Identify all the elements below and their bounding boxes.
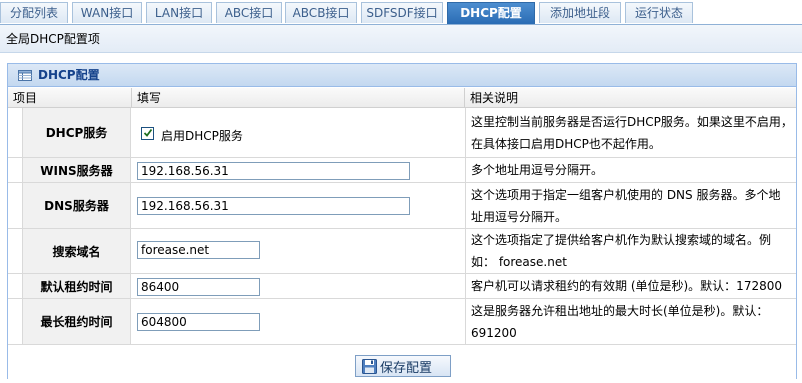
- label-wins-server: WINS服务器: [22, 158, 131, 182]
- column-header-fill: 填写: [132, 88, 465, 108]
- enable-dhcp-label: 启用DHCP服务: [161, 129, 243, 143]
- check-icon: [143, 128, 153, 137]
- row-search-domain: 搜索域名 这个选项指定了提供给客户机作为默认搜索域的域名。例 如： foreas…: [8, 229, 796, 274]
- tab-dhcp-config[interactable]: DHCP配置: [447, 2, 535, 24]
- max-lease-input[interactable]: [137, 313, 260, 331]
- desc-dns-server-line1: 这个选项用于指定一组客户机使用的 DNS 服务器。多个地: [471, 187, 781, 202]
- desc-dhcp-service: 这里控制当前服务器是否运行DHCP服务。如果这里不启用， 在具体接口启用DHCP…: [471, 108, 793, 157]
- row-default-lease: 默认租约时间 客户机可以请求租约的有效期 (单位是秒)。默认：172800: [8, 274, 796, 299]
- tab-abcb-interface[interactable]: ABCB接口: [285, 2, 357, 23]
- panel-header: DHCP配置: [8, 64, 796, 87]
- tab-run-status[interactable]: 运行状态: [625, 2, 693, 23]
- desc-default-lease: 客户机可以请求租约的有效期 (单位是秒)。默认：172800: [471, 274, 793, 298]
- desc-search-domain-line1: 这个选项指定了提供给客户机作为默认搜索域的域名。例: [471, 233, 772, 247]
- search-domain-input[interactable]: [137, 241, 260, 259]
- desc-wins-server: 多个地址用逗号分隔开。: [471, 158, 793, 182]
- desc-max-lease-line2: 691200: [471, 325, 517, 340]
- label-dns-server: DNS服务器: [22, 183, 131, 228]
- tab-abc-interface[interactable]: ABC接口: [216, 2, 282, 23]
- label-search-domain: 搜索域名: [22, 229, 131, 273]
- row-max-lease: 最长租约时间 这是服务器允许租出地址的最大时长(单位是秒)。默认： 691200: [8, 299, 796, 345]
- column-header-desc-label: 相关说明: [470, 91, 519, 105]
- column-header-fill-label: 填写: [137, 91, 162, 105]
- desc-dns-server: 这个选项用于指定一组客户机使用的 DNS 服务器。多个地 址用逗号分隔开。: [471, 183, 793, 228]
- desc-max-lease: 这是服务器允许租出地址的最大时长(单位是秒)。默认： 691200: [471, 299, 793, 344]
- row-wins-server: WINS服务器 多个地址用逗号分隔开。: [8, 158, 796, 183]
- tab-allocation-list[interactable]: 分配列表: [0, 2, 68, 23]
- desc-search-domain: 这个选项指定了提供给客户机作为默认搜索域的域名。例 如： forease.net: [471, 229, 793, 273]
- panel-title: DHCP配置: [38, 68, 100, 82]
- desc-default-lease-line1: 客户机可以请求租约的有效期 (单位是秒)。默认：172800: [471, 279, 782, 293]
- desc-dhcp-service-line1: 这里控制当前服务器是否运行DHCP服务。如果这里不启用，: [471, 114, 793, 129]
- column-header-item-label: 项目: [13, 91, 38, 105]
- wins-server-input[interactable]: [137, 162, 410, 180]
- desc-search-domain-line2: 如： forease.net: [471, 255, 567, 269]
- panel-footer: 保存配置: [8, 351, 796, 379]
- label-max-lease: 最长租约时间: [22, 299, 131, 344]
- row-dhcp-service: DHCP服务 启用DHCP服务 这里控制当前服务器是否运行DHCP服务。如果这里…: [8, 108, 796, 158]
- tab-bar: 分配列表 WAN接口 LAN接口 ABC接口 ABCB接口 SDFSDF接口 D…: [0, 0, 802, 24]
- label-default-lease: 默认租约时间: [22, 274, 131, 298]
- row-dns-server: DNS服务器 这个选项用于指定一组客户机使用的 DNS 服务器。多个地 址用逗号…: [8, 183, 796, 229]
- enable-dhcp-checkbox[interactable]: [141, 127, 154, 140]
- default-lease-input[interactable]: [137, 278, 260, 296]
- desc-dhcp-service-line2: 在具体接口启用DHCP也不起作用。: [471, 136, 661, 151]
- save-config-label: 保存配置: [380, 360, 433, 376]
- desc-max-lease-line1: 这是服务器允许租出地址的最大时长(单位是秒)。默认：: [471, 303, 769, 318]
- page-subtitle: 全局DHCP配置项: [0, 24, 802, 53]
- label-dhcp-service: DHCP服务: [22, 108, 131, 157]
- save-config-button[interactable]: 保存配置: [355, 355, 451, 377]
- dhcp-config-panel: DHCP配置 项目 填写 相关说明 DHCP服务 启用DHCP服务 这里控制当前…: [7, 63, 797, 379]
- desc-dns-server-line2: 址用逗号分隔开。: [471, 209, 568, 224]
- dns-server-input[interactable]: [137, 197, 410, 215]
- desc-wins-server-line1: 多个地址用逗号分隔开。: [471, 163, 604, 177]
- tab-lan-interface[interactable]: LAN接口: [146, 2, 212, 23]
- floppy-disk-icon: [362, 359, 377, 374]
- tab-wan-interface[interactable]: WAN接口: [72, 2, 142, 23]
- column-header-desc: 相关说明: [465, 88, 796, 108]
- tab-add-address-range[interactable]: 添加地址段: [539, 2, 621, 23]
- grid-icon: [18, 70, 32, 81]
- column-header-item: 项目: [8, 88, 132, 108]
- tab-sdfsdf-interface[interactable]: SDFSDF接口: [361, 2, 443, 23]
